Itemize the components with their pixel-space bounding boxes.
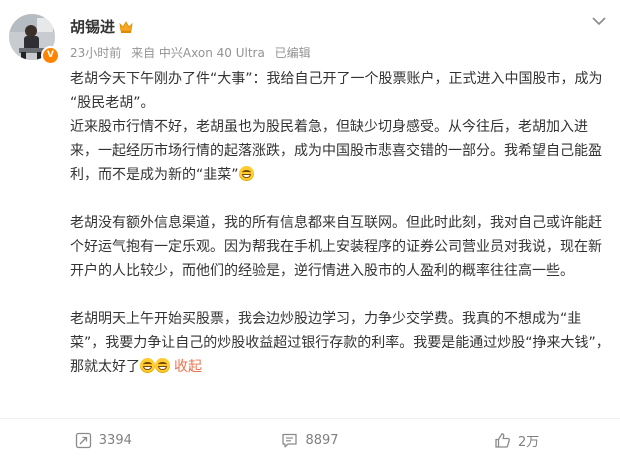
collapse-link[interactable]: 收起 [174,359,202,375]
verified-v-icon: V [41,46,60,65]
thumbs-up-icon [495,433,510,448]
grin-emoji-icon [140,358,155,373]
paragraph-3: 老胡没有额外信息渠道，我的所有信息都来自互联网。但此时此刻，我对自己或许能赶个好… [70,215,602,279]
like-button[interactable]: 2万 [413,419,620,462]
more-options-button[interactable] [588,10,610,32]
post-meta: 23小时前 来自 中兴Axon 40 Ultra 已编辑 [70,44,317,61]
crown-icon [119,19,133,33]
paragraph-2: 近来股市行情不好，老胡虽也为股民着急，但缺少切身感受。从今往后，老胡加入进来，一… [70,119,602,183]
edited-label[interactable]: 已编辑 [275,46,311,60]
grin-emoji-icon [238,166,254,181]
action-bar: 3394 8897 2万 [0,419,620,462]
paragraph-4: 老胡明天上午开始买股票，我会边炒股边学习，力争少交学费。我真的不想成为“韭菜”，… [70,311,610,375]
weibo-post: V 胡锡进 23小时前 来自 中兴Axon 40 Ultra 已编辑 老胡今天下… [0,0,620,462]
author-name[interactable]: 胡锡进 [70,16,115,37]
like-count: 2万 [518,435,540,450]
post-source: 来自 中兴Axon 40 Ultra [131,46,265,60]
author-row: 胡锡进 [70,15,133,37]
repost-button[interactable]: 3394 [0,419,207,462]
comment-button[interactable]: 8897 [207,419,414,462]
repost-count: 3394 [98,433,132,448]
post-content: 老胡今天下午刚办了件“大事”：我给自己开了一个股票账户，正式进入中国股市，成为 … [70,67,610,379]
comment-icon [282,433,298,448]
grin-emoji-icon [155,358,170,373]
chevron-down-icon [592,16,606,25]
post-time[interactable]: 23小时前 [70,46,121,60]
paragraph-1: 老胡今天下午刚办了件“大事”：我给自己开了一个股票账户，正式进入中国股市，成为 … [70,71,603,111]
repost-icon [75,432,91,449]
comment-count: 8897 [305,433,339,448]
